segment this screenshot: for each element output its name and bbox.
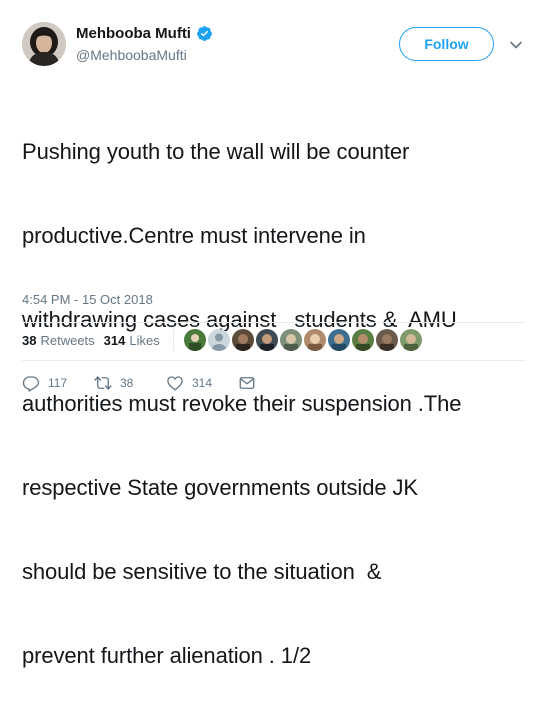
- liker-avatar[interactable]: [375, 329, 398, 351]
- direct-message-action[interactable]: [238, 374, 256, 392]
- retweets-stat[interactable]: 38 Retweets: [22, 333, 95, 348]
- tweet-text-line: respective State governments outside JK: [22, 475, 418, 500]
- tweet-text-line: should be sensitive to the situation &: [22, 559, 382, 584]
- tweet-card: Mehbooba Mufti @MehboobaMufti Follow Pus…: [0, 0, 548, 668]
- likes-stat-label: Likes: [129, 332, 160, 348]
- liker-avatar[interactable]: [303, 329, 326, 351]
- direct-message-icon: [238, 374, 256, 392]
- retweets-stat-label: Retweets: [40, 332, 95, 348]
- reply-count: 117: [48, 376, 68, 390]
- retweet-action[interactable]: 38: [94, 374, 166, 392]
- retweets-stat-count: 38: [22, 332, 37, 348]
- tweet-text-line: authorities must revoke their suspension…: [22, 391, 462, 416]
- liker-avatar[interactable]: [279, 329, 302, 351]
- heart-icon: [166, 374, 184, 392]
- tweet-text: Pushing youth to the wall will be counte…: [22, 82, 532, 726]
- like-count: 314: [192, 376, 213, 390]
- stats-separator: [172, 329, 174, 351]
- tweet-actions: 117 38 314: [22, 372, 256, 394]
- avatar[interactable]: [22, 22, 66, 66]
- reply-action[interactable]: 117: [22, 374, 94, 392]
- liker-avatar[interactable]: [255, 329, 278, 351]
- liker-avatar[interactable]: [183, 329, 206, 351]
- user-handle[interactable]: @MehboobaMufti: [76, 47, 187, 63]
- chevron-down-icon[interactable]: [509, 38, 523, 52]
- follow-button[interactable]: Follow: [399, 27, 494, 61]
- tweet-text-line: prevent further alienation . 1/2: [22, 643, 312, 668]
- liker-avatar[interactable]: [327, 329, 350, 351]
- liker-avatar[interactable]: [231, 329, 254, 351]
- like-action[interactable]: 314: [166, 374, 238, 392]
- likes-stat[interactable]: 314 Likes: [104, 333, 160, 348]
- tweet-text-line: productive.Centre must intervene in: [22, 223, 366, 248]
- likes-stat-count: 314: [103, 332, 126, 348]
- retweet-icon: [94, 374, 112, 392]
- verified-badge-icon: [196, 25, 213, 42]
- reply-icon: [22, 374, 40, 392]
- retweet-count: 38: [120, 376, 134, 390]
- engagement-stats: 38 Retweets 314 Likes: [22, 323, 422, 357]
- liker-avatar[interactable]: [351, 329, 374, 351]
- tweet-text-line: Pushing youth to the wall will be counte…: [22, 139, 410, 164]
- tweet-timestamp[interactable]: 4:54 PM - 15 Oct 2018: [22, 292, 153, 307]
- divider: [22, 360, 526, 361]
- liker-avatar[interactable]: [399, 329, 422, 351]
- liker-avatar[interactable]: [207, 329, 230, 351]
- liker-avatars: [183, 329, 422, 351]
- display-name[interactable]: Mehbooba Mufti: [76, 25, 191, 42]
- name-row: Mehbooba Mufti: [76, 25, 213, 42]
